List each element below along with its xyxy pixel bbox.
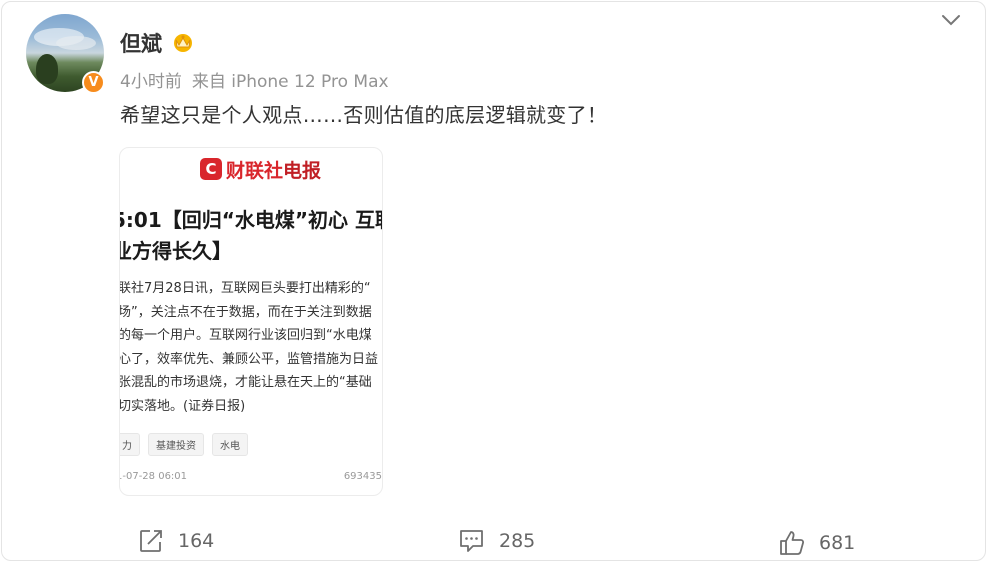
repost-icon (140, 530, 162, 552)
preview-date: 1-07-28 06:01 (119, 471, 188, 482)
verified-badge-icon: V (82, 71, 105, 94)
chevron-down-icon[interactable] (940, 10, 962, 30)
tag: 基建投资 (148, 433, 204, 456)
comment-icon (460, 530, 483, 552)
comment-button[interactable]: 285 (458, 526, 535, 556)
preview-footer: 1-07-28 06:01 693435 (119, 471, 382, 482)
like-count: 681 (819, 532, 856, 554)
weibo-post-card: V 但斌 4小时前 来自 iPhone 12 Pro Max 希望这只是个人观点…… (1, 1, 986, 561)
image-preview[interactable]: C 财联社电报 5:01【回归“水电煤”初心 互联网 业方得长久】 联社7月28… (119, 147, 383, 496)
preview-headline: 5:01【回归“水电煤”初心 互联网 业方得长久】 (119, 205, 382, 267)
preview-id: 693435 (343, 471, 382, 482)
body-line: 心了，效率优先、兼顾公平，监管措施为日益 (119, 351, 379, 367)
headline-line-2: 业方得长久】 (119, 239, 232, 263)
preview-tags: 力 基建投资 水电 (120, 433, 248, 456)
repost-button[interactable]: 164 (138, 526, 214, 556)
cls-logo: C 财联社电报 (200, 156, 321, 182)
like-button[interactable]: 681 (779, 528, 855, 558)
body-line: 联社7月28日讯，互联网巨头要打出精彩的“ (119, 281, 371, 296)
post-source: 来自 iPhone 12 Pro Max (191, 72, 389, 92)
crown-icon (174, 34, 192, 52)
body-line: 场”，关注点不在于数据，而在于关注到数据 (119, 304, 372, 320)
tag: 水电 (212, 433, 248, 456)
comment-count: 285 (499, 530, 536, 552)
logo-text-a: 财联社 (226, 159, 284, 182)
tag: 力 (120, 433, 140, 456)
headline-line-1: 5:01【回归“水电煤”初心 互联网 (119, 208, 382, 232)
post-meta: 4小时前 来自 iPhone 12 Pro Max (120, 67, 389, 92)
body-line: 张混乱的市场退烧，才能让悬在天上的“基础 (119, 375, 372, 390)
logo-text-b: 电报 (283, 159, 322, 182)
repost-count: 164 (178, 530, 215, 552)
post-text: 希望这只是个人观点……否则估值的底层逻辑就变了！ (120, 103, 608, 127)
thumbs-up-icon (780, 531, 805, 555)
post-time[interactable]: 4小时前 (120, 72, 182, 92)
author-name[interactable]: 但斌 (120, 28, 162, 58)
body-line: 切实落地。(证券日报) (119, 398, 246, 414)
preview-body: 联社7月28日讯，互联网巨头要打出精彩的“ 场”，关注点不在于数据，而在于关注到… (119, 277, 382, 418)
cls-logo-icon: C (200, 158, 222, 180)
body-line: 的每一个用户。互联网行业该回归到“水电煤 (119, 328, 372, 343)
